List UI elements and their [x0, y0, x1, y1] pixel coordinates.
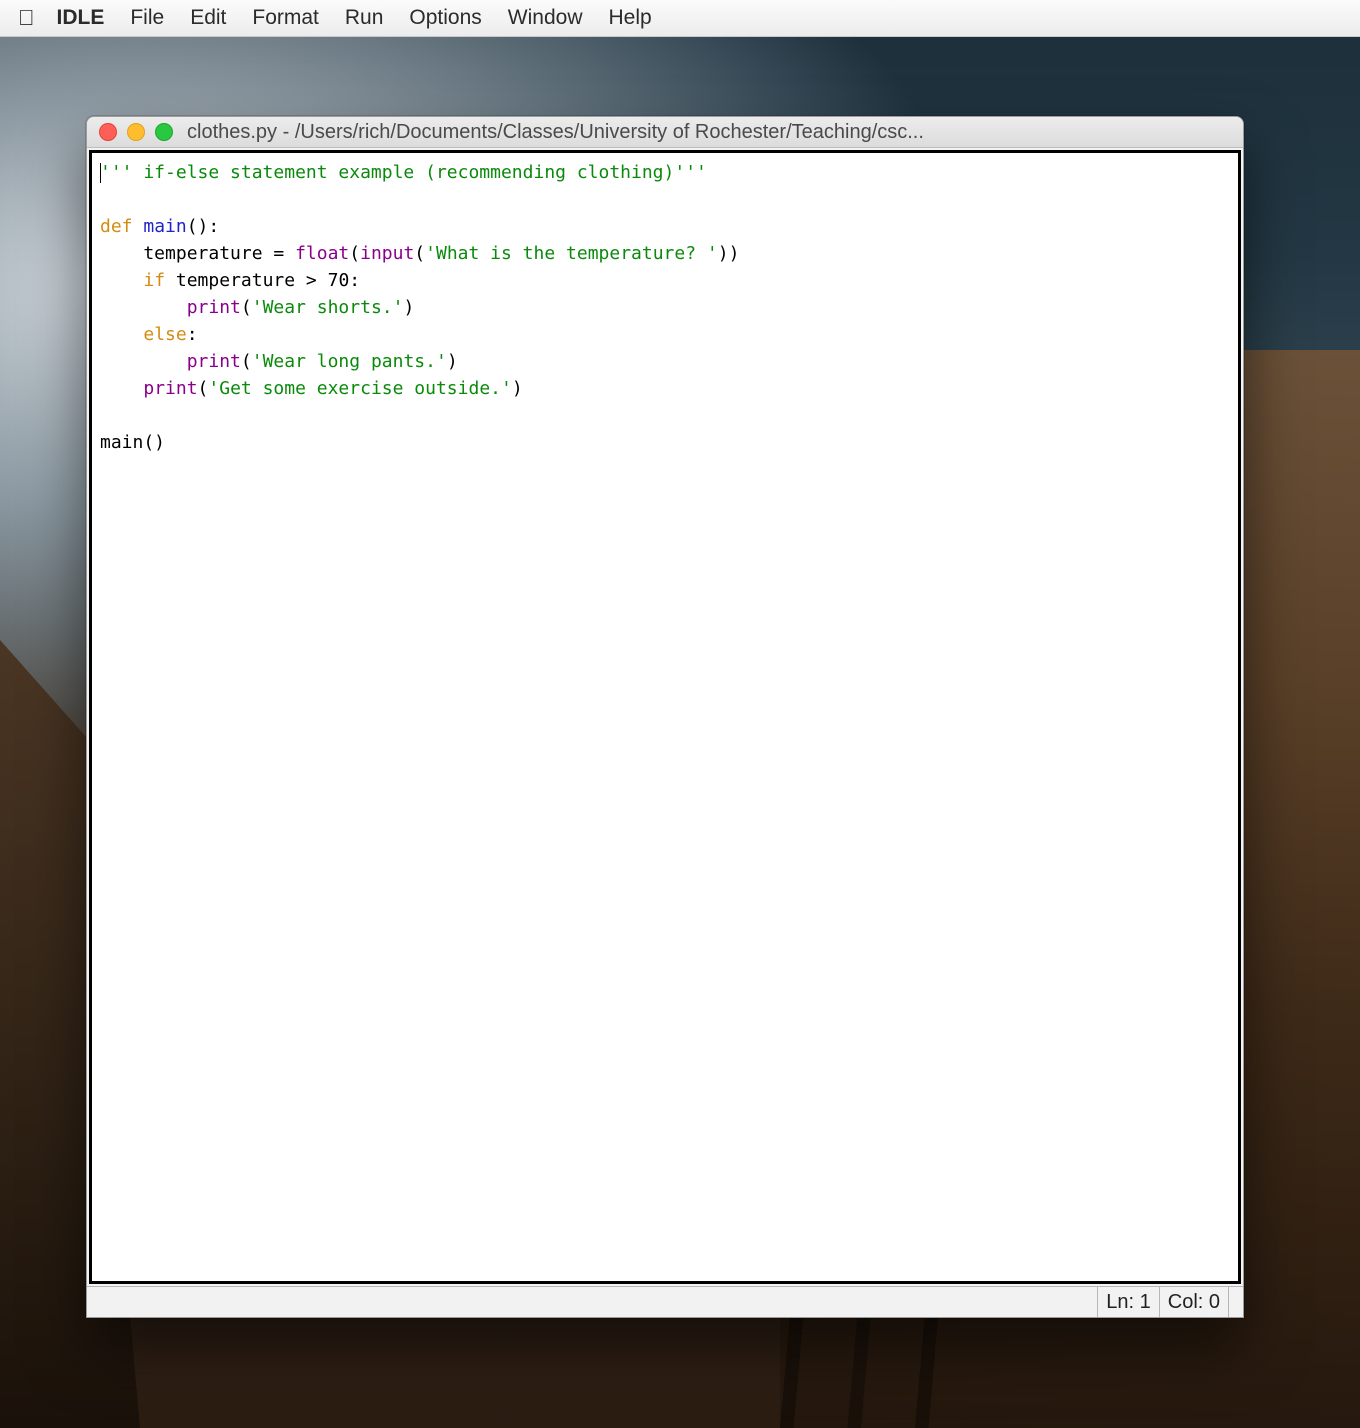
str-shorts: 'Wear shorts.': [252, 297, 404, 318]
zoom-button[interactable]: [155, 123, 173, 141]
indent-else: [100, 324, 143, 345]
status-bar: Ln: 1 Col: 0: [87, 1286, 1243, 1317]
window-titlebar[interactable]: clothes.py - /Users/rich/Documents/Class…: [87, 117, 1243, 148]
mac-menubar:  IDLE File Edit Format Run Options Wind…: [0, 0, 1360, 37]
op1: (: [241, 297, 252, 318]
bi-print1: print: [187, 297, 241, 318]
app-menu[interactable]: IDLE: [57, 6, 105, 30]
cp1: ): [403, 297, 414, 318]
bi-print2: print: [187, 351, 241, 372]
str-prompt: 'What is the temperature? ': [425, 243, 718, 264]
window-title: clothes.py - /Users/rich/Documents/Class…: [187, 121, 1231, 144]
if-cond: temperature > 70:: [165, 270, 360, 291]
traffic-lights: [99, 123, 173, 141]
indent-if: [100, 270, 143, 291]
p1: (: [349, 243, 360, 264]
op2: (: [241, 351, 252, 372]
str-exercise: 'Get some exercise outside.': [208, 378, 511, 399]
bi-input: input: [360, 243, 414, 264]
close-button[interactable]: [99, 123, 117, 141]
menu-run[interactable]: Run: [345, 6, 384, 30]
indent-print2: [100, 351, 187, 372]
docstring: ''' if-else statement example (recommend…: [100, 162, 707, 183]
editor-area-wrap: ''' if-else statement example (recommend…: [87, 148, 1243, 1286]
menu-options[interactable]: Options: [409, 6, 481, 30]
menu-format[interactable]: Format: [252, 6, 319, 30]
bi-float: float: [295, 243, 349, 264]
menu-help[interactable]: Help: [609, 6, 652, 30]
bi-print3: print: [143, 378, 197, 399]
assign-pre: temperature =: [100, 243, 295, 264]
assign-post: )): [718, 243, 740, 264]
menu-file[interactable]: File: [130, 6, 164, 30]
menu-window[interactable]: Window: [508, 6, 583, 30]
fn-main: main: [143, 216, 186, 237]
code-editor[interactable]: ''' if-else statement example (recommend…: [89, 150, 1241, 1284]
else-colon: :: [187, 324, 198, 345]
main-call: main(): [100, 432, 165, 453]
status-line: Ln: 1: [1097, 1287, 1158, 1317]
editor-window: clothes.py - /Users/rich/Documents/Class…: [86, 116, 1244, 1318]
p2: (: [414, 243, 425, 264]
menu-edit[interactable]: Edit: [190, 6, 226, 30]
cp2: ): [447, 351, 458, 372]
status-col: Col: 0: [1159, 1287, 1229, 1317]
str-pants: 'Wear long pants.': [252, 351, 447, 372]
kw-if: if: [143, 270, 165, 291]
apple-menu-icon[interactable]: : [18, 5, 35, 31]
kw-else: else: [143, 324, 186, 345]
def-paren: ():: [187, 216, 220, 237]
minimize-button[interactable]: [127, 123, 145, 141]
kw-def: def: [100, 216, 133, 237]
op3: (: [198, 378, 209, 399]
indent-print1: [100, 297, 187, 318]
indent-print3: [100, 378, 143, 399]
cp3: ): [512, 378, 523, 399]
